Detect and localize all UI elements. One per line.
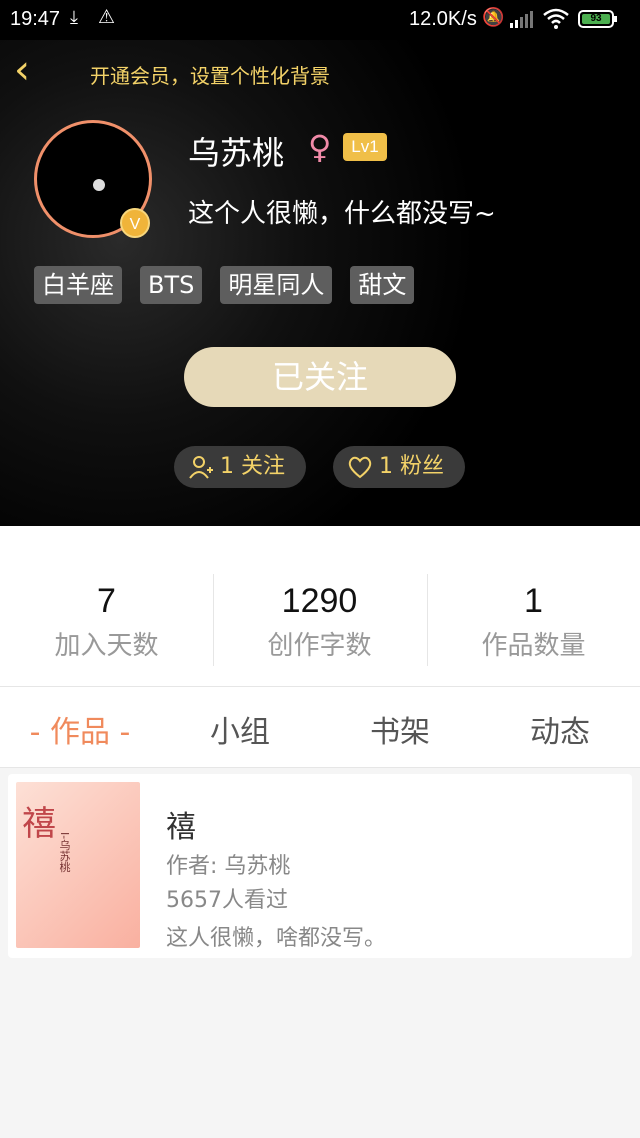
back-chevron-icon[interactable]: ‹ <box>14 50 54 94</box>
vip-background-link[interactable]: 开通会员，设置个性化背景 <box>90 60 330 89</box>
heart-icon <box>348 456 372 479</box>
tab-groups[interactable]: 小组 <box>160 707 320 751</box>
user-add-icon <box>189 456 213 479</box>
tag-item[interactable]: 白羊座 <box>34 266 122 304</box>
user-bio: 这个人很懒，什么都没写~ <box>188 199 496 229</box>
work-author: 作者: 乌苏桃 <box>166 854 291 879</box>
stat-label: 创作字数 <box>267 631 372 661</box>
work-card[interactable]: 禧 I-乌苏桃 禧 作者: 乌苏桃 5657人看过 这人很懒，啥都没写。 <box>8 774 632 958</box>
stat-label: 加入天数 <box>54 631 159 661</box>
level-badge: Lv1 <box>343 133 387 161</box>
stat-word-count: 1290 创作字数 <box>213 582 426 662</box>
follow-button[interactable]: 已关注 <box>184 347 456 407</box>
vip-badge-icon: V <box>120 208 150 238</box>
tab-bookshelf[interactable]: 书架 <box>320 707 480 751</box>
work-cover[interactable]: 禧 I-乌苏桃 <box>16 782 140 948</box>
tag-item[interactable]: BTS <box>140 266 203 304</box>
username: 乌苏桃 <box>188 134 285 172</box>
tab-works[interactable]: - 作品 - <box>0 707 160 751</box>
following-count-button[interactable]: 1 关注 <box>174 446 306 488</box>
cover-subtitle: I-乌苏桃 <box>58 832 71 873</box>
stats-panel: 7 加入天数 1290 创作字数 1 作品数量 <box>0 526 640 686</box>
battery-icon: 93 <box>578 10 617 28</box>
fans-count: 1 粉丝 <box>379 454 444 479</box>
mute-bell-icon: 🔕 <box>482 7 505 27</box>
avatar-image <box>93 179 105 191</box>
tag-item[interactable]: 甜文 <box>350 266 415 304</box>
tab-activity[interactable]: 动态 <box>480 707 640 751</box>
work-views: 5657人看过 <box>166 888 288 913</box>
stat-label: 作品数量 <box>481 631 586 661</box>
tag-list: 白羊座 BTS 明星同人 甜文 <box>34 266 415 304</box>
wifi-icon <box>543 8 569 29</box>
stat-join-days: 7 加入天数 <box>0 582 213 662</box>
stat-value: 7 <box>97 582 116 620</box>
cover-title: 禧 <box>22 804 56 844</box>
stat-value: 1 <box>524 582 543 620</box>
battery-level: 93 <box>582 14 610 24</box>
tab-bar: - 作品 - 小组 书架 动态 <box>0 686 640 768</box>
stat-value: 1290 <box>281 582 358 620</box>
status-time: 19:47 <box>10 8 61 30</box>
tag-item[interactable]: 明星同人 <box>220 266 333 304</box>
fans-count-button[interactable]: 1 粉丝 <box>333 446 465 488</box>
stat-works-count: 1 作品数量 <box>427 582 640 662</box>
following-count: 1 关注 <box>220 454 285 479</box>
warning-icon: ⚠ <box>98 7 116 28</box>
work-title: 禧 <box>166 810 196 845</box>
status-bar: 19:47 ⤓ ⚠ 12.0K/s 🔕 93 <box>0 0 640 40</box>
network-speed: 12.0K/s <box>409 8 477 30</box>
work-description: 这人很懒，啥都没写。 <box>166 926 387 951</box>
signal-icon <box>510 11 533 28</box>
female-gender-icon: ♀ <box>308 128 332 166</box>
download-icon: ⤓ <box>70 7 78 27</box>
